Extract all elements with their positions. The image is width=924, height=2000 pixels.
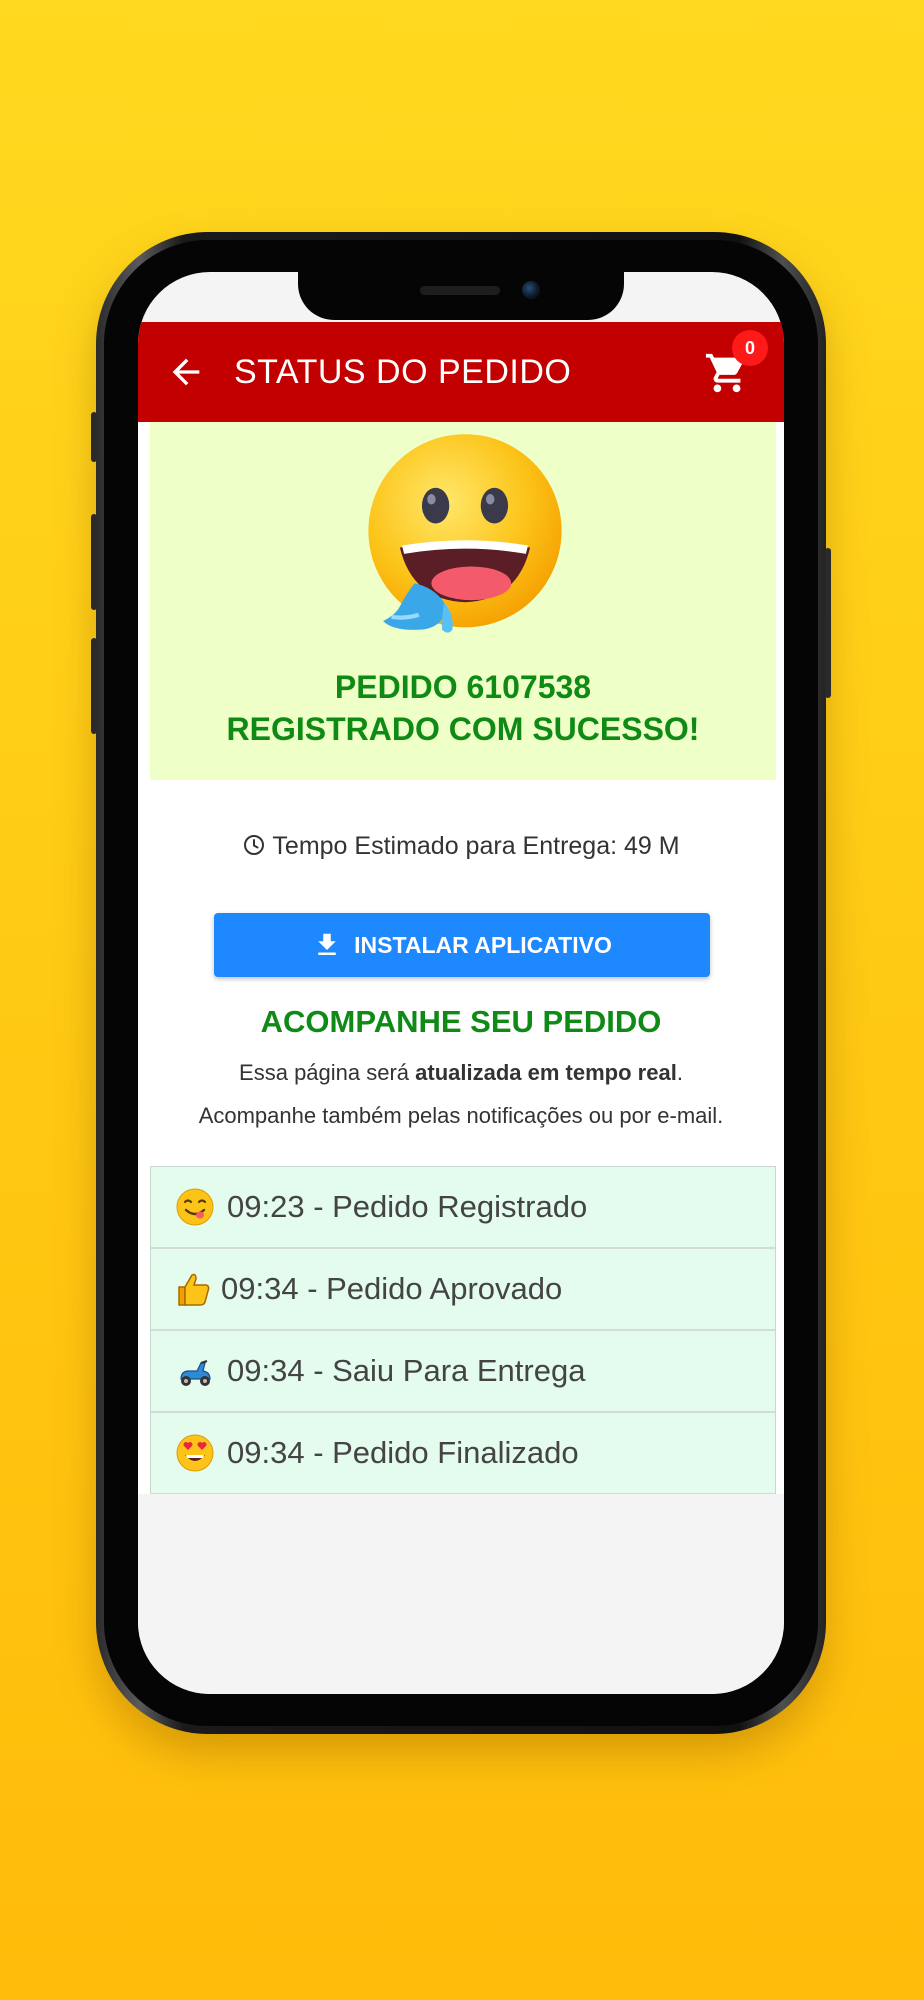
realtime-note-prefix: Essa página será: [239, 1060, 416, 1085]
status-step-text: 09:34 - Pedido Aprovado: [221, 1271, 563, 1306]
empty-footer-area: [138, 1494, 784, 1694]
thumbs-up-icon: [178, 1273, 210, 1306]
order-status-list: 09:23 - Pedido Registrado 09:34 - Pedido…: [150, 1166, 776, 1495]
heart-eyes-face-icon: [176, 1434, 214, 1472]
scooter-icon: [180, 1360, 211, 1386]
status-step-out-for-delivery[interactable]: 09:34 - Saiu Para Entrega: [151, 1331, 775, 1413]
realtime-update-note: Essa página será atualizada em tempo rea…: [138, 1058, 784, 1088]
order-success-message: REGISTRADO COM SUCESSO!: [226, 711, 700, 747]
order-status-content: PEDIDO 6107538 REGISTRADO COM SUCESSO! T…: [138, 422, 784, 1495]
phone-frame: STATUS DO PEDIDO 0 PEDIDO 6107538 REGIST…: [91, 232, 831, 1734]
app-bar: STATUS DO PEDIDO 0: [138, 322, 784, 422]
status-step-registered[interactable]: 09:23 - Pedido Registrado: [151, 1167, 775, 1249]
phone-power-button: [825, 548, 831, 698]
page-title: STATUS DO PEDIDO: [234, 353, 572, 391]
install-app-button[interactable]: INSTALAR APLICATIVO: [214, 913, 710, 977]
cart-count-badge: 0: [732, 330, 768, 366]
speaker-grille: [420, 286, 500, 295]
back-arrow-icon[interactable]: [166, 352, 206, 392]
drooling-face-icon: [368, 434, 562, 633]
clock-icon: [244, 835, 265, 855]
status-step-finished[interactable]: 09:34 - Pedido Finalizado: [151, 1413, 775, 1495]
phone-screen: STATUS DO PEDIDO 0 PEDIDO 6107538 REGIST…: [138, 272, 784, 1694]
realtime-note-suffix: .: [676, 1060, 683, 1085]
status-step-text: 09:34 - Saiu Para Entrega: [227, 1353, 586, 1388]
install-app-label: INSTALAR APLICATIVO: [354, 931, 612, 958]
realtime-note-bold: atualizada em tempo real: [415, 1060, 677, 1085]
delivery-eta: Tempo Estimado para Entrega: 49 M: [138, 830, 784, 862]
notifications-note: Acompanhe também pelas notificações ou p…: [198, 1103, 724, 1128]
phone-silent-switch: [91, 412, 97, 462]
front-camera-icon: [522, 281, 540, 299]
follow-order-title: ACOMPANHE SEU PEDIDO: [260, 1004, 662, 1039]
delivery-eta-text: Tempo Estimado para Entrega: 49 M: [272, 832, 680, 860]
phone-volume-down: [91, 638, 97, 734]
phone-volume-up: [91, 514, 97, 610]
status-step-text: 09:34 - Pedido Finalizado: [227, 1435, 579, 1470]
phone-notch: [298, 272, 624, 320]
yum-face-icon: [176, 1188, 214, 1226]
status-step-approved[interactable]: 09:34 - Pedido Aprovado: [151, 1249, 775, 1331]
status-step-text: 09:23 - Pedido Registrado: [227, 1189, 588, 1224]
success-banner: PEDIDO 6107538 REGISTRADO COM SUCESSO!: [150, 422, 776, 780]
download-icon: [318, 933, 336, 955]
order-success-title: PEDIDO 6107538 REGISTRADO COM SUCESSO!: [150, 666, 776, 750]
order-number: PEDIDO 6107538: [334, 669, 592, 705]
